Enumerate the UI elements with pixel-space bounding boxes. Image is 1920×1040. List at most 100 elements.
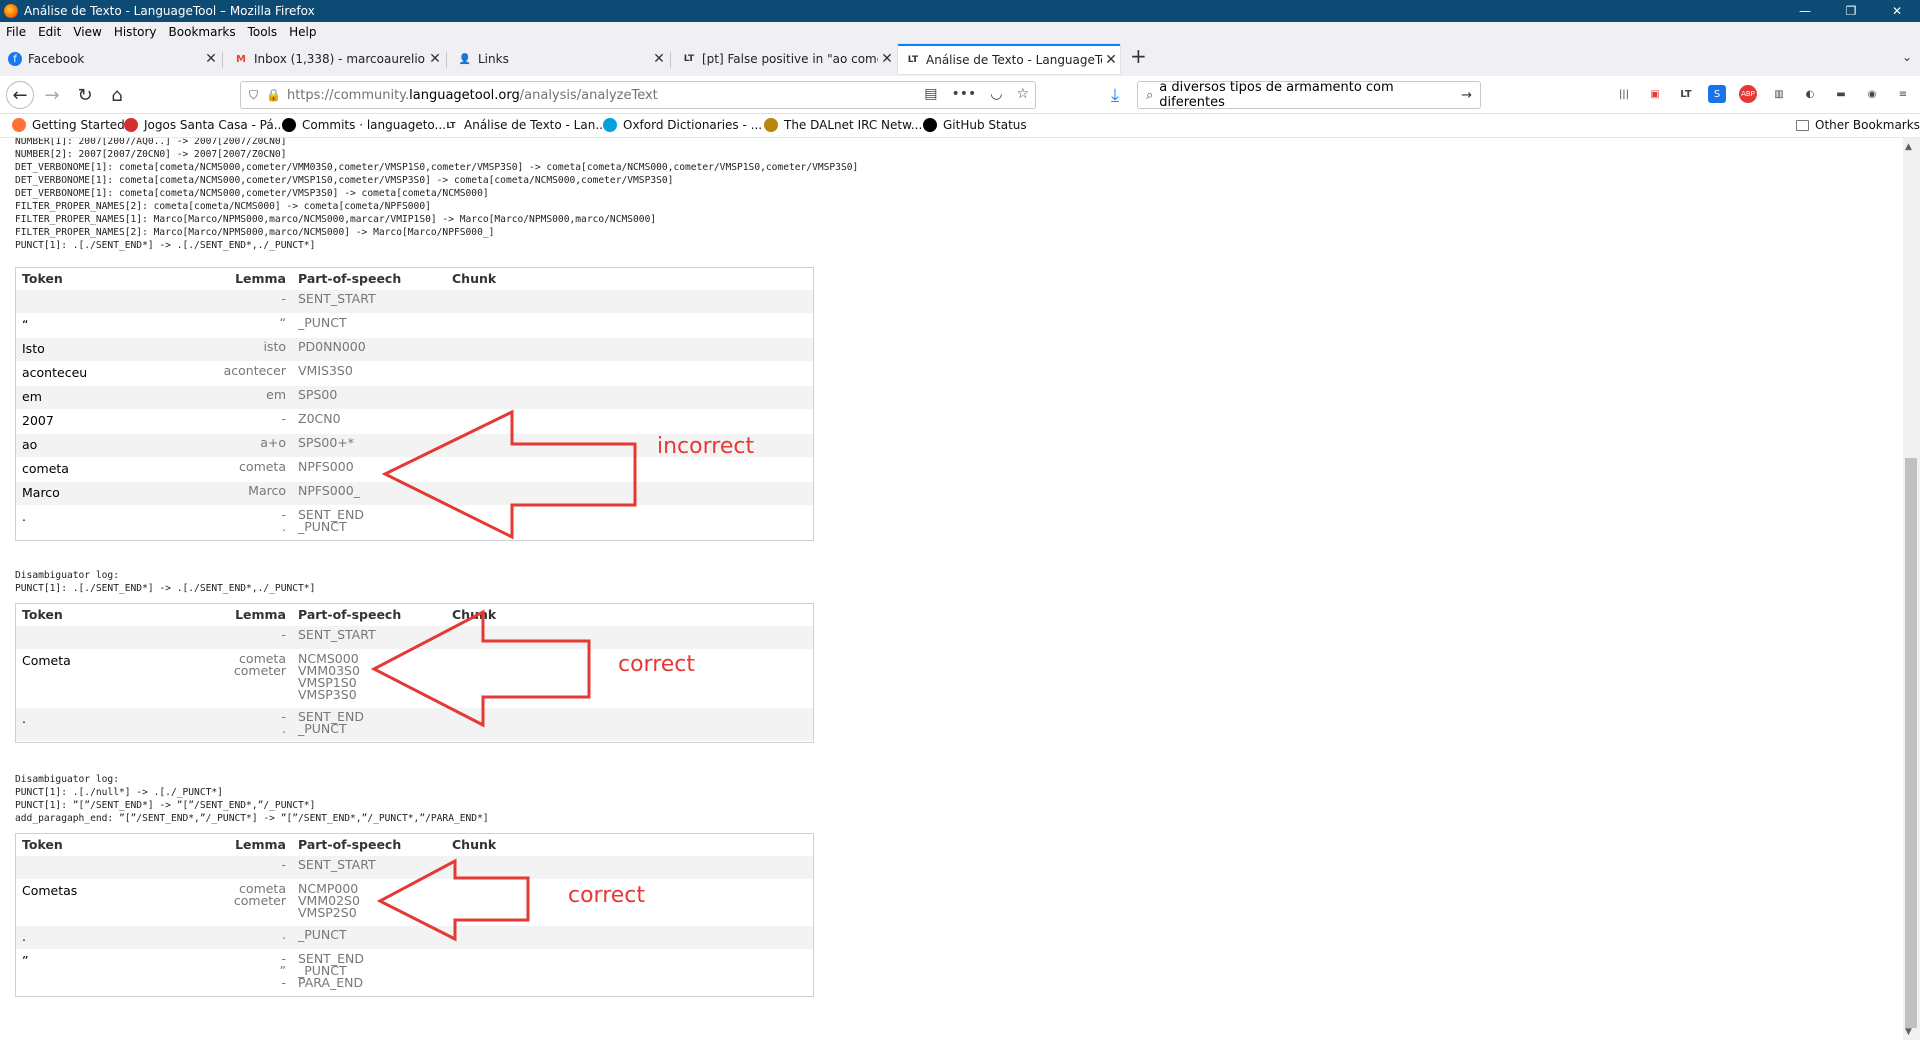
close-tab-icon[interactable]: ✕: [426, 51, 444, 67]
pos-cell: _PUNCT: [292, 926, 446, 949]
pos-tag: _PUNCT: [298, 927, 347, 942]
extension-icon[interactable]: ▣: [1646, 85, 1664, 103]
adblock-icon[interactable]: ABP: [1739, 85, 1757, 103]
skype-icon[interactable]: S: [1708, 85, 1726, 103]
navigation-bar: ← → ↻ ⌂ ⛉ 🔒 https://community. languageto…: [0, 76, 1920, 114]
tab-analise-de-texto[interactable]: LT Análise de Texto - LanguageToo ✕: [898, 44, 1120, 74]
menu-tools[interactable]: Tools: [248, 25, 278, 39]
translate-icon[interactable]: ◐: [1801, 85, 1819, 103]
pos-cell: SENT_END _PUNCT PARA_END: [292, 950, 446, 995]
search-bar[interactable]: ⌕ a diversos tipos de armamento com dife…: [1137, 80, 1481, 110]
bookmark-label: The DALnet IRC Netw...: [784, 118, 923, 132]
table-header-row: Token Lemma Part-of-speech Chunk: [16, 604, 813, 626]
search-input[interactable]: a diversos tipos de armamento com difere…: [1159, 80, 1461, 110]
home-button[interactable]: ⌂: [105, 83, 129, 107]
search-go-icon[interactable]: →: [1461, 88, 1472, 103]
languagetool-icon: LT: [446, 120, 456, 130]
lemma-value: .: [282, 721, 286, 736]
bookmark-analise[interactable]: LT Análise de Texto - Lan...: [444, 118, 606, 132]
bookmark-label: Other Bookmarks: [1815, 118, 1920, 132]
tab-false-positive[interactable]: LT [pt] False positive in "ao comet ✕: [674, 44, 896, 74]
table-row: - SENT_START: [16, 626, 813, 650]
lemma-value: Marco: [248, 483, 286, 498]
download-icon[interactable]: ⤓: [1103, 83, 1127, 107]
close-window-button[interactable]: ✕: [1874, 0, 1920, 22]
new-tab-button[interactable]: +: [1130, 44, 1147, 68]
pos-cell: SPS00+*: [292, 434, 446, 457]
library-icon[interactable]: |||: [1615, 85, 1633, 103]
oxford-icon: [603, 118, 617, 132]
column-header: Chunk: [452, 271, 497, 286]
list-all-tabs-icon[interactable]: ⌄: [1902, 50, 1912, 64]
facebook-icon: f: [8, 52, 22, 66]
menu-edit[interactable]: Edit: [38, 25, 61, 39]
lock-icon[interactable]: 🔒: [266, 88, 281, 102]
bookmark-github-status[interactable]: GitHub Status: [923, 118, 1027, 132]
token-cell: 2007: [22, 413, 54, 428]
close-tab-icon[interactable]: ✕: [202, 51, 220, 67]
bookmark-oxford[interactable]: Oxford Dictionaries - ...: [603, 118, 762, 132]
sidebar-icon[interactable]: ▥: [1770, 85, 1788, 103]
forward-button[interactable]: →: [40, 83, 64, 107]
lemma-value: a+o: [260, 435, 286, 450]
column-header: Token: [22, 271, 63, 286]
menu-help[interactable]: Help: [289, 25, 316, 39]
chunk-cell: [446, 856, 813, 879]
pos-tag: SENT_START: [298, 627, 376, 642]
token-cell: .: [22, 929, 26, 944]
reload-button[interactable]: ↻: [73, 83, 97, 107]
token-cell: Cometa: [22, 653, 71, 668]
pos-tag: NPFS000_: [298, 483, 360, 498]
close-tab-icon[interactable]: ✕: [1102, 52, 1120, 68]
chunk-cell: [446, 950, 813, 995]
bookmark-label: Jogos Santa Casa - Pá...: [144, 118, 286, 132]
pos-cell: VMIS3S0: [292, 362, 446, 385]
chunk-cell: [446, 926, 813, 949]
table-row: ” -” - SENT_END _PUNCT PARA_END: [16, 950, 813, 996]
menu-history[interactable]: History: [114, 25, 157, 39]
lemma-value: -: [281, 951, 286, 966]
pocket-icon[interactable]: ◡: [990, 86, 1002, 102]
url-domain: languagetool.org: [409, 87, 520, 103]
tab-gmail[interactable]: M Inbox (1,338) - marcoaurelio.pr ✕: [226, 44, 444, 74]
page-actions-icon[interactable]: •••: [951, 86, 976, 102]
lemma-cell: a+o: [178, 434, 292, 457]
screen-icon[interactable]: ▬: [1832, 85, 1850, 103]
back-button[interactable]: ←: [6, 81, 34, 109]
menu-bookmarks[interactable]: Bookmarks: [169, 25, 236, 39]
menu-icon[interactable]: ≡: [1894, 85, 1912, 103]
scrollbar-thumb[interactable]: [1905, 458, 1917, 1028]
close-tab-icon[interactable]: ✕: [878, 51, 896, 67]
close-tab-icon[interactable]: ✕: [650, 51, 668, 67]
minimize-button[interactable]: —: [1782, 0, 1828, 22]
table-row: . -. SENT_END _PUNCT: [16, 506, 813, 540]
scroll-down-icon[interactable]: ▼: [1905, 1027, 1912, 1037]
menu-file[interactable]: File: [6, 25, 26, 39]
scroll-up-icon[interactable]: ▲: [1905, 142, 1912, 152]
account-icon[interactable]: ◉: [1863, 85, 1881, 103]
tab-facebook[interactable]: f Facebook ✕: [0, 44, 220, 74]
tracking-shield-icon[interactable]: ⛉: [249, 88, 258, 103]
lemma-value: -: [281, 507, 286, 522]
bookmark-jogos[interactable]: Jogos Santa Casa - Pá...: [124, 118, 285, 132]
firefox-icon: [12, 118, 26, 132]
annotation-incorrect: incorrect: [657, 434, 755, 459]
languagetool-icon: LT: [907, 55, 919, 65]
url-prefix: https://community.: [286, 87, 410, 103]
menu-view[interactable]: View: [73, 25, 101, 39]
pos-tag: SENT_START: [298, 857, 376, 872]
bookmark-dalnet[interactable]: The DALnet IRC Netw...: [764, 118, 922, 132]
url-bar[interactable]: ⛉ 🔒 https://community. languagetool.org/a…: [240, 81, 1036, 109]
bookmark-star-icon[interactable]: ☆: [1016, 86, 1029, 102]
other-bookmarks[interactable]: Other Bookmarks: [1796, 118, 1920, 132]
chunk-cell: [446, 362, 813, 385]
lemma-value: -: [281, 627, 286, 642]
pos-cell: NPFS000_: [292, 482, 446, 505]
gmail-icon: M: [236, 53, 246, 65]
restore-button[interactable]: ❐: [1828, 0, 1874, 22]
tab-links[interactable]: 👤 Links ✕: [450, 44, 668, 74]
bookmark-commits[interactable]: Commits · languageto...: [282, 118, 446, 132]
bookmark-getting-started[interactable]: Getting Started: [12, 118, 125, 132]
reader-view-icon[interactable]: ▤: [924, 86, 937, 102]
languagetool-extension-icon[interactable]: LT: [1677, 85, 1695, 103]
